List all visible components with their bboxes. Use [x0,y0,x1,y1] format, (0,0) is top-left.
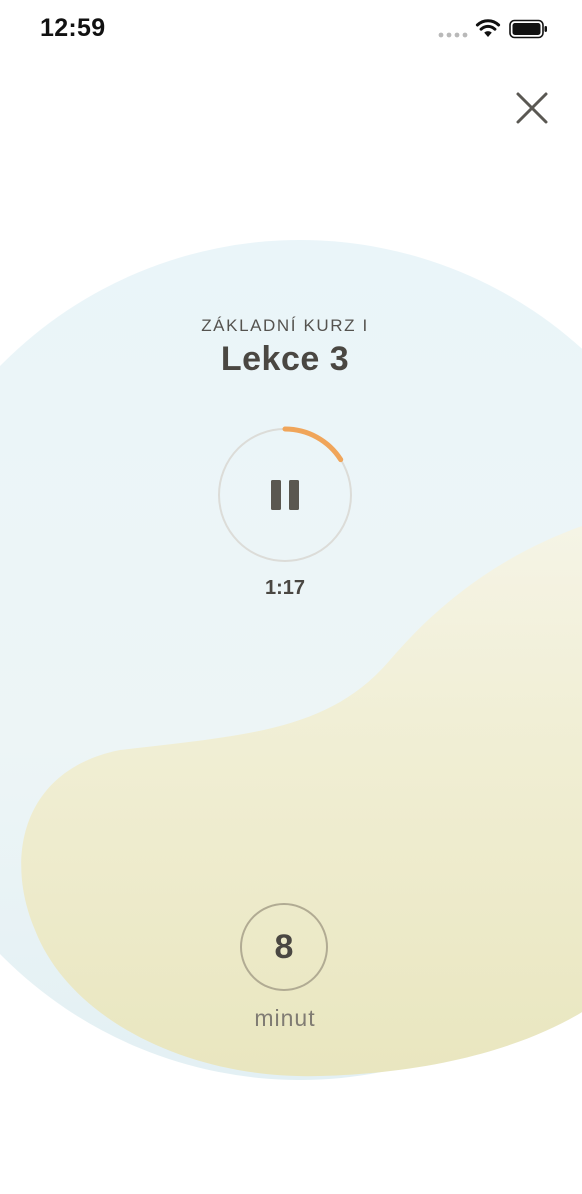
wifi-icon [475,19,501,37]
close-button[interactable] [510,86,554,130]
status-bar: 12:59 [0,0,582,60]
cellular-signal-icon [438,32,468,38]
duration-unit: minut [254,1005,316,1031]
pause-icon [271,480,299,510]
status-time: 12:59 [40,14,106,42]
duration-value: 8 [274,927,294,966]
progress-arc [282,426,344,463]
course-label: ZÁKLADNÍ KURZ I [201,316,369,335]
lesson-player-screen: 12:59 ZÁKLADNÍ KURZ I Lekce 3 1:17 8 min… [0,0,582,1194]
close-icon [516,92,548,124]
duration-badge: 8 [240,903,328,991]
battery-icon [509,19,547,39]
lesson-title: Lekce 3 [220,340,350,378]
elapsed-time: 1:17 [264,577,306,599]
pause-button[interactable] [250,460,320,530]
audio-player [213,423,357,567]
